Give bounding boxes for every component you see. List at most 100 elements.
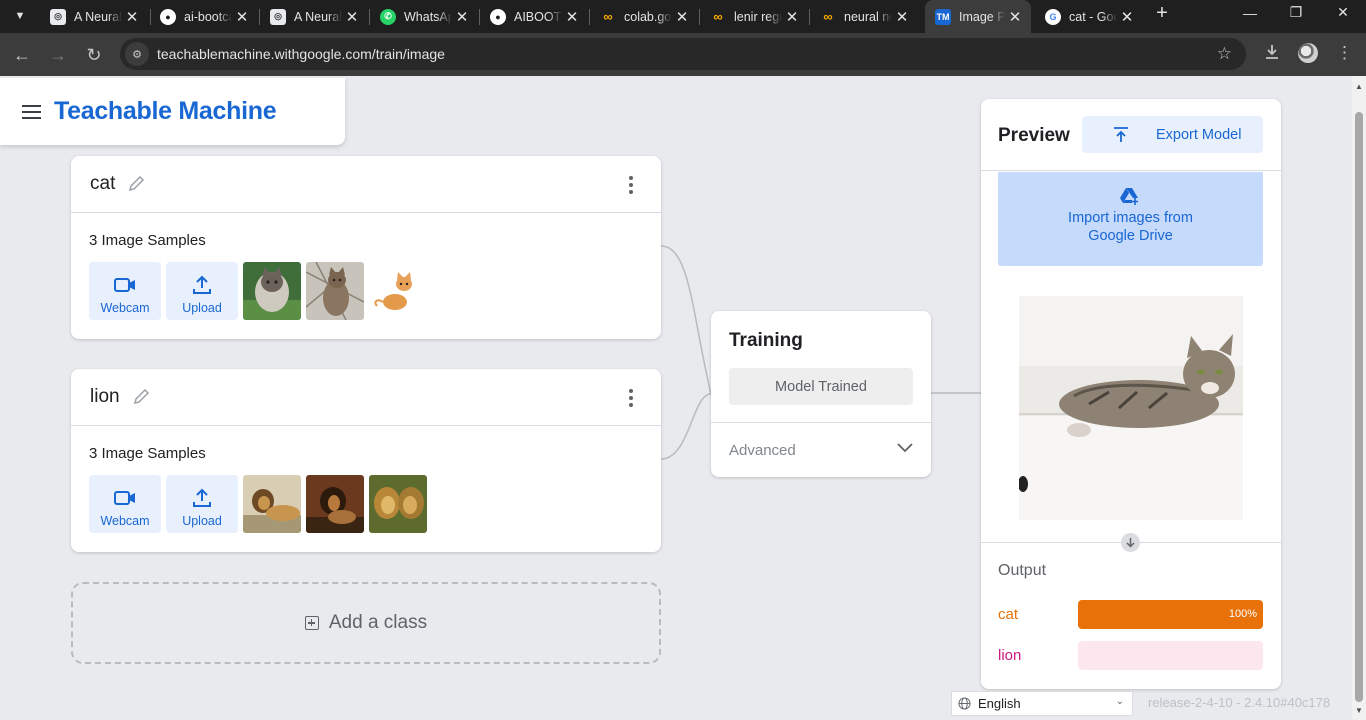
- github-icon: ●: [160, 8, 176, 25]
- back-icon[interactable]: ←: [8, 41, 36, 69]
- close-tab-icon[interactable]: ✕: [452, 8, 472, 26]
- close-tab-icon[interactable]: ✕: [562, 8, 582, 26]
- tab-search-button[interactable]: ▼: [8, 4, 32, 28]
- scroll-down-icon[interactable]: ▼: [1354, 706, 1364, 715]
- language-select[interactable]: English ⌄: [951, 691, 1133, 716]
- browser-tab[interactable]: G cat - Google Search ✕: [1035, 0, 1143, 33]
- class-name[interactable]: cat: [90, 173, 115, 195]
- preview-header: Preview Export Model: [981, 99, 1281, 171]
- browser-tab-active[interactable]: TM Image Project ✕: [925, 0, 1031, 33]
- class-name[interactable]: lion: [90, 386, 120, 408]
- edit-pencil-icon[interactable]: [132, 386, 154, 408]
- preview-image: [1019, 296, 1243, 520]
- edit-pencil-icon[interactable]: [127, 173, 149, 195]
- release-version: release-2-4-10 - 2.4.10#40c178: [1148, 695, 1331, 710]
- profile-avatar[interactable]: [1298, 43, 1318, 63]
- upload-label: Upload: [182, 514, 222, 528]
- sample-thumbnail[interactable]: [306, 262, 364, 320]
- sample-thumbnail[interactable]: [243, 475, 301, 533]
- scrollbar-thumb[interactable]: [1355, 112, 1363, 702]
- tab-title: colab.google: [624, 9, 672, 24]
- close-tab-icon[interactable]: ✕: [672, 8, 692, 26]
- close-tab-icon[interactable]: ✕: [892, 8, 912, 26]
- tab-title: cat - Google Search: [1069, 9, 1117, 24]
- import-label-line1: Import images from: [1068, 210, 1193, 226]
- class-card-lion: lion 3 Image Samples Webcam Upload: [71, 369, 661, 552]
- upload-label: Upload: [182, 301, 222, 315]
- tab-title: A Neural Network Playground: [74, 9, 122, 24]
- webcam-button[interactable]: Webcam: [89, 262, 161, 320]
- samples-count: 3 Image Samples: [89, 445, 206, 462]
- hamburger-menu-icon[interactable]: [22, 104, 41, 119]
- sample-thumbnail[interactable]: [369, 475, 427, 533]
- browser-tab[interactable]: ◎ A Neural Network Playground ✕: [40, 0, 148, 33]
- tab-title: A Neural Network Playground: [294, 9, 342, 24]
- teachable-machine-icon: TM: [935, 8, 951, 25]
- browser-tab[interactable]: ✆ WhatsApp ✕: [370, 0, 478, 33]
- browser-tab[interactable]: ● ai-bootcamp ✕: [150, 0, 258, 33]
- train-model-button[interactable]: Model Trained: [729, 368, 913, 405]
- chevron-down-icon: [897, 443, 913, 453]
- advanced-toggle[interactable]: Advanced: [711, 422, 931, 477]
- sample-thumbnail[interactable]: [306, 475, 364, 533]
- menu-kebab-icon[interactable]: ⋮: [1336, 43, 1353, 63]
- close-tab-icon[interactable]: ✕: [342, 8, 362, 26]
- import-label-line2: Google Drive: [1088, 228, 1173, 244]
- add-box-icon: [304, 616, 319, 630]
- training-card: Training Model Trained Advanced: [711, 311, 931, 477]
- add-class-button[interactable]: Add a class: [71, 582, 661, 664]
- import-google-drive-button[interactable]: Import images from Google Drive: [998, 172, 1263, 266]
- new-tab-button[interactable]: +: [1151, 3, 1173, 25]
- reload-icon[interactable]: ↻: [80, 41, 108, 69]
- output-bar-cat: 100%: [1078, 600, 1263, 629]
- minimize-icon[interactable]: —: [1227, 0, 1273, 25]
- browser-tab[interactable]: ● AIBOOTCAMP ✕: [480, 0, 588, 33]
- export-label: Export Model: [1156, 126, 1242, 143]
- output-label-lion: lion: [998, 647, 1022, 664]
- class-options-icon[interactable]: [625, 389, 637, 407]
- class-card-cat: cat 3 Image Samples Webcam Upload: [71, 156, 661, 339]
- webcam-label: Webcam: [100, 301, 150, 315]
- browser-tab[interactable]: ∞ neural network ✕: [810, 0, 918, 33]
- webcam-button[interactable]: Webcam: [89, 475, 161, 533]
- language-value: English: [978, 696, 1021, 711]
- class-options-icon[interactable]: [625, 176, 637, 194]
- tab-title: lenir regression: [734, 9, 782, 24]
- url-text[interactable]: teachablemachine.withgoogle.com/train/im…: [157, 46, 445, 62]
- training-title: Training: [729, 330, 803, 351]
- close-tab-icon[interactable]: ✕: [782, 8, 802, 26]
- preview-panel: Preview Export Model Import images from …: [981, 99, 1281, 689]
- tab-title: neural network: [844, 9, 892, 24]
- scroll-up-icon[interactable]: ▲: [1354, 82, 1364, 91]
- app-brand[interactable]: Teachable Machine: [54, 97, 277, 126]
- upload-button[interactable]: Upload: [166, 262, 238, 320]
- upload-button[interactable]: Upload: [166, 475, 238, 533]
- sample-thumbnail[interactable]: [243, 262, 301, 320]
- forward-icon[interactable]: →: [44, 41, 72, 69]
- export-icon: [1114, 126, 1128, 142]
- export-model-button[interactable]: Export Model: [1082, 116, 1263, 153]
- browser-tab-strip: ▼ ◎ A Neural Network Playground ✕ ● ai-b…: [0, 0, 1366, 33]
- browser-tab[interactable]: ◎ A Neural Network Playground ✕: [260, 0, 368, 33]
- class-header: cat: [71, 156, 661, 213]
- close-tab-icon[interactable]: ✕: [1117, 8, 1137, 26]
- colab-icon: ∞: [713, 9, 723, 24]
- output-percent: 100%: [1228, 608, 1257, 620]
- browser-tab[interactable]: ∞ colab.google ✕: [590, 0, 698, 33]
- close-tab-icon[interactable]: ✕: [122, 8, 142, 26]
- restore-icon[interactable]: ❐: [1273, 0, 1319, 25]
- chevron-down-icon: ⌄: [1115, 696, 1124, 707]
- download-icon[interactable]: [1263, 43, 1281, 66]
- webcam-label: Webcam: [100, 514, 150, 528]
- close-tab-icon[interactable]: ✕: [232, 8, 252, 26]
- site-info-icon[interactable]: ⚙: [125, 42, 149, 66]
- page-scrollbar[interactable]: ▲ ▼: [1352, 76, 1366, 720]
- app-header: Teachable Machine: [0, 78, 345, 145]
- browser-toolbar: ← → ↻ ⚙ teachablemachine.withgoogle.com/…: [0, 33, 1366, 76]
- address-bar[interactable]: ⚙ teachablemachine.withgoogle.com/train/…: [120, 38, 1246, 70]
- close-window-icon[interactable]: ✕: [1320, 0, 1366, 25]
- bookmark-star-icon[interactable]: ☆: [1217, 44, 1232, 64]
- sample-thumbnail[interactable]: [369, 262, 427, 320]
- browser-tab[interactable]: ∞ lenir regression ✕: [700, 0, 808, 33]
- close-tab-icon[interactable]: ✕: [1005, 8, 1025, 26]
